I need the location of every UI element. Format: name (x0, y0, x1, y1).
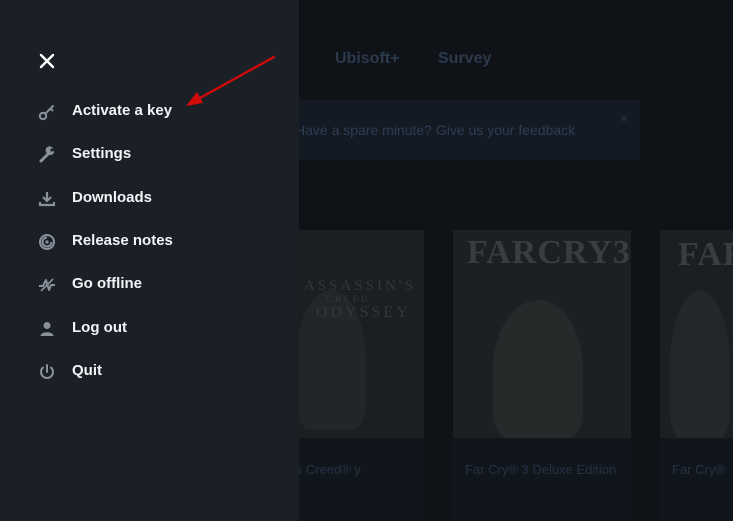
key-icon (36, 101, 58, 123)
ubisoft-swirl-icon (36, 231, 58, 253)
menu-item-activate-key[interactable]: Activate a key (36, 100, 266, 124)
cover-logo-text: ASSASSIN'S (304, 278, 416, 294)
download-icon (36, 188, 58, 210)
close-icon (39, 53, 55, 69)
menu-item-label: Release notes (72, 232, 173, 249)
menu-item-label: Downloads (72, 189, 153, 206)
menu-item-release-notes[interactable]: Release notes (36, 230, 266, 254)
cover-logo-subtext-2: ODYSSEY (316, 304, 411, 321)
cover-logo-subtext: CREED (326, 294, 371, 304)
side-menu: Activate a key Settings Downloads Releas… (0, 0, 299, 521)
cover-logo-text: FAR (678, 236, 733, 273)
menu-item-label: Quit (72, 362, 102, 379)
cover-figure (670, 290, 730, 438)
offline-pulse-icon (36, 274, 58, 296)
feedback-banner-text: Have a spare minute? Give us your feedba… (295, 122, 576, 138)
menu-item-label: Activate a key (72, 102, 173, 119)
wrench-icon (36, 144, 58, 166)
feedback-banner[interactable]: Have a spare minute? Give us your feedba… (260, 100, 640, 160)
power-icon (36, 361, 58, 383)
game-card-far-cry[interactable]: FAR Far Cry® (660, 230, 733, 521)
close-menu-button[interactable] (36, 50, 58, 72)
menu-item-label: Go offline (72, 275, 142, 292)
game-title: Far Cry® (672, 462, 725, 477)
nav-item-ubisoft-plus[interactable]: Ubisoft+ (335, 50, 399, 68)
menu-item-settings[interactable]: Settings (36, 143, 266, 167)
menu-item-label: Settings (72, 145, 132, 162)
cover-logo-text: FARCRY3 (467, 234, 631, 271)
nav-item-survey[interactable]: Survey (438, 50, 491, 68)
cover-figure (493, 300, 583, 438)
game-title: Far Cry® 3 Deluxe Edition (465, 462, 617, 477)
menu-item-downloads[interactable]: Downloads (36, 187, 266, 211)
game-cover-art: FARCRY3 (453, 230, 631, 438)
menu-item-go-offline[interactable]: Go offline (36, 273, 266, 297)
game-cover-art: FAR (660, 230, 733, 438)
game-card-far-cry-3[interactable]: FARCRY3 Far Cry® 3 Deluxe Edition (453, 230, 631, 521)
game-title: n's Creed® y (286, 462, 361, 477)
menu-item-label: Log out (72, 319, 127, 336)
banner-close-icon[interactable]: × (620, 110, 628, 126)
menu-item-quit[interactable]: Quit (36, 360, 266, 384)
user-icon (36, 318, 58, 340)
menu-item-log-out[interactable]: Log out (36, 317, 266, 341)
